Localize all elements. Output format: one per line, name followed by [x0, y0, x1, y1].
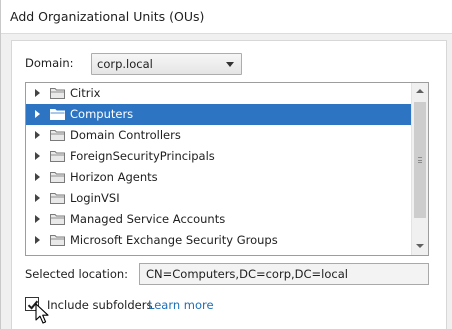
folder-icon [50, 235, 65, 246]
expand-arrow-icon[interactable] [35, 152, 40, 160]
include-subfolders-label: Include subfolders [47, 298, 153, 312]
folder-icon [50, 151, 65, 162]
folder-icon [50, 88, 65, 99]
tree-item-label: Citrix [70, 86, 101, 100]
selected-location-field: CN=Computers,DC=corp,DC=local [139, 263, 429, 285]
chevron-down-icon [226, 62, 234, 67]
tree-item-label: Computers [70, 107, 134, 121]
tree-item[interactable]: ForeignSecurityPrincipals [26, 146, 412, 167]
tree-item-label: ForeignSecurityPrincipals [70, 149, 215, 163]
ou-tree[interactable]: Citrix Computers Domain Controllers Foreign… [25, 82, 429, 256]
scroll-down-icon[interactable] [412, 238, 428, 255]
tree-item[interactable]: Horizon Agents [26, 167, 412, 188]
tree-item[interactable]: Microsoft Exchange Security Groups [26, 230, 412, 251]
ou-tree-rows: Citrix Computers Domain Controllers Foreign… [26, 83, 412, 251]
grip-icon [418, 157, 422, 163]
tree-item[interactable]: Domain Controllers [26, 125, 412, 146]
tree-item[interactable]: Citrix [26, 83, 412, 104]
folder-icon [50, 193, 65, 204]
mouse-pointer-icon [35, 303, 49, 324]
selected-location-label: Selected location: [25, 267, 129, 281]
tree-scrollbar[interactable] [411, 83, 428, 255]
domain-dropdown-value: corp.local [97, 57, 153, 71]
expand-arrow-icon[interactable] [35, 110, 40, 118]
expand-arrow-icon[interactable] [35, 236, 40, 244]
expand-arrow-icon[interactable] [35, 89, 40, 97]
tree-item-label: Microsoft Exchange Security Groups [70, 233, 278, 247]
scroll-up-icon[interactable] [412, 83, 428, 100]
tree-item-label: Managed Service Accounts [70, 212, 226, 226]
dialog-title-bar: Add Organizational Units (OUs) [1, 0, 452, 34]
expand-arrow-icon[interactable] [35, 131, 40, 139]
folder-icon [50, 130, 65, 141]
folder-icon [50, 172, 65, 183]
expand-arrow-icon[interactable] [35, 194, 40, 202]
tree-item[interactable]: Computers [26, 104, 412, 125]
dialog-title: Add Organizational Units (OUs) [10, 9, 205, 24]
tree-item[interactable]: LoginVSI [26, 188, 412, 209]
selected-location-value: CN=Computers,DC=corp,DC=local [146, 267, 348, 281]
domain-dropdown[interactable]: corp.local [91, 53, 242, 75]
domain-label: Domain: [25, 56, 74, 70]
expand-arrow-icon[interactable] [35, 173, 40, 181]
tree-item-label: Domain Controllers [70, 128, 181, 142]
scrollbar-thumb[interactable] [414, 102, 426, 218]
learn-more-link[interactable]: Learn more [148, 298, 214, 312]
tree-item-label: Horizon Agents [70, 170, 158, 184]
tree-item-label: LoginVSI [70, 191, 120, 205]
add-ou-dialog: Add Organizational Units (OUs) Domain: c… [0, 0, 452, 329]
expand-arrow-icon[interactable] [35, 215, 40, 223]
folder-icon [50, 109, 65, 120]
tree-item[interactable]: Managed Service Accounts [26, 209, 412, 230]
folder-icon [50, 214, 65, 225]
